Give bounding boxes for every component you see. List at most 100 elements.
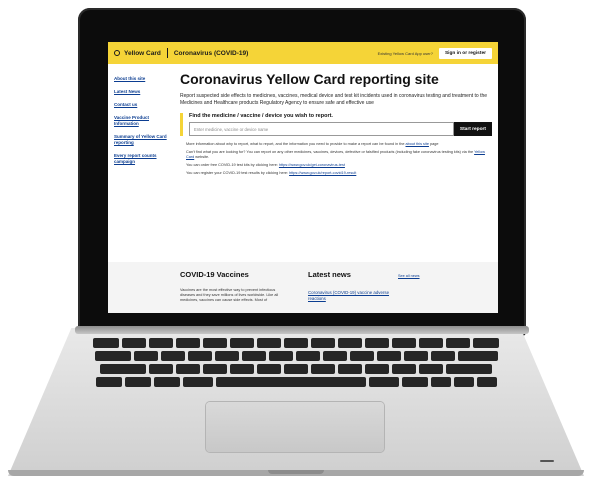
existing-user-text: Existing Yellow Card App user? [377,50,433,56]
news-heading: Latest news [308,270,351,279]
key [376,351,401,361]
key [311,338,335,348]
key [338,364,362,374]
info-text: You can register your COVID-19 test resu… [186,171,290,175]
lead-paragraph: Report suspected side effects to medicin… [180,93,488,106]
lid-notch [268,470,324,474]
key [453,377,474,387]
key [257,338,281,348]
key [446,364,492,374]
sidebar-item-latest-news[interactable]: Latest News [114,89,174,95]
brand-name: Yellow Card [124,49,161,57]
key [403,351,428,361]
brand[interactable]: Yellow Card [114,50,161,57]
key [365,364,389,374]
key [430,351,455,361]
key [322,351,347,361]
key [203,364,227,374]
search-input[interactable]: Enter medicine, vaccine or device name [189,122,454,136]
info-text: Can't find what you are looking for? You… [186,150,475,154]
sidebar-item-about[interactable]: About this site [114,76,174,82]
order-test-link[interactable]: https://www.gov.uk/get-coronavirus-test [279,163,345,167]
key [187,351,212,361]
info-text: page [428,142,439,146]
key [392,364,416,374]
key [257,364,281,374]
yellow-card-logo-icon [114,50,120,56]
sidebar-item-vaccine-info[interactable]: Vaccine Product Information [114,115,174,127]
main-content: Coronavirus Yellow Card reporting site R… [180,72,492,179]
key [124,377,151,387]
key [476,377,497,387]
info-paragraph: More information about why to report, wh… [180,142,492,147]
section-title: Coronavirus (COVID-19) [173,49,249,57]
key [100,364,146,374]
key [153,377,180,387]
key [365,338,389,348]
see-all-news-link[interactable]: See all news [398,274,420,278]
key [203,338,227,348]
key [401,377,428,387]
key [392,338,416,348]
vaccines-heading: COVID-19 Vaccines [180,270,249,279]
key [338,338,362,348]
start-report-button[interactable]: Start report [453,122,492,136]
sidebar-item-campaign[interactable]: Every report counts campaign [114,153,174,165]
info-paragraph: You can register your COVID-19 test resu… [180,171,492,176]
info-paragraph: Can't find what you are looking for? You… [180,150,492,160]
key [241,351,266,361]
key [295,351,320,361]
key [430,377,451,387]
laptop-mockup: Yellow Card Coronavirus (COVID-19) Exist… [0,0,592,481]
key [268,351,293,361]
key [284,338,308,348]
key [230,364,254,374]
register-result-link[interactable]: https://www.gov.uk/report-covid19-result [289,171,356,175]
lower-section: COVID-19 Vaccines Vaccines are the most … [108,262,498,313]
sidebar-item-summary[interactable]: Summary of Yellow Card reporting [114,134,174,146]
key [284,364,308,374]
key [133,351,158,361]
key [230,338,254,348]
trackpad [206,402,384,452]
info-text: You can order free COVID-19 test kits by… [186,163,279,167]
key [473,338,499,348]
key [349,351,374,361]
key [419,364,443,374]
key [94,351,131,361]
key [419,338,443,348]
key [311,364,335,374]
sidebar-item-contact[interactable]: Contact us [114,102,174,108]
spacebar-key [215,377,366,387]
news-item-link[interactable]: Coronavirus (COVID-19) vaccine adverse r… [308,290,408,302]
keyboard [60,338,532,402]
info-text: website. [194,155,210,159]
info-text: More information about why to report, wh… [186,142,406,146]
about-site-link[interactable]: about this site [406,142,429,146]
header-divider [166,48,168,58]
sidebar-nav: About this site Latest News Contact us V… [114,76,174,172]
search-panel: Find the medicine / vaccine / device you… [180,113,492,136]
info-paragraph: You can order free COVID-19 test kits by… [180,163,492,168]
key [176,338,200,348]
key [149,364,173,374]
key [122,338,146,348]
vaccines-text: Vaccines are the most effective way to p… [180,288,279,302]
status-led [540,460,554,462]
key [457,351,498,361]
key [214,351,239,361]
site-header: Yellow Card Coronavirus (COVID-19) Exist… [108,42,498,64]
laptop-hinge [75,326,529,334]
search-row: Enter medicine, vaccine or device name S… [189,122,492,136]
key [160,351,185,361]
key [149,338,173,348]
sign-in-button[interactable]: Sign in or register [438,47,492,59]
laptop-screen: Yellow Card Coronavirus (COVID-19) Exist… [108,42,498,313]
key [95,377,122,387]
key [368,377,399,387]
key [93,338,119,348]
key [182,377,213,387]
search-label: Find the medicine / vaccine / device you… [189,113,333,119]
page-title: Coronavirus Yellow Card reporting site [180,71,439,87]
key [176,364,200,374]
